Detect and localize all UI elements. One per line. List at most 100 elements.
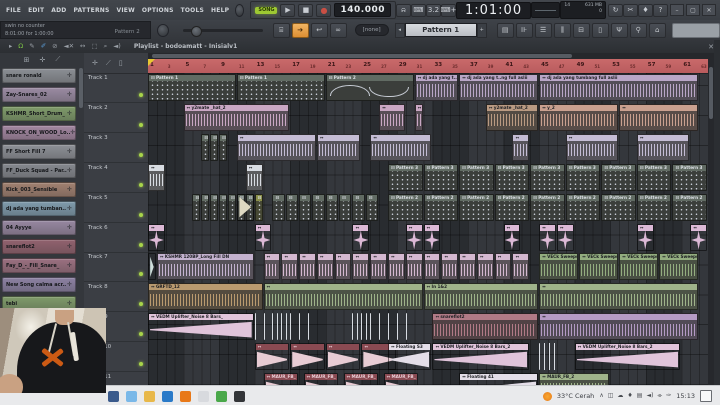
plugin-picker-button[interactable]: Ψ [611,23,628,38]
track-mute-led[interactable] [139,213,143,217]
playlist-clip[interactable]: VEDM Uplifter_Noise 8 Bars_2 [575,343,681,370]
pattern-add-button[interactable]: + [477,23,487,38]
track-mute-led[interactable] [139,362,143,366]
playlist-clip[interactable] [477,253,494,280]
pattern-display[interactable]: Pattern 1 [405,23,477,37]
tray-onedrive-icon[interactable]: ☁ [617,392,623,400]
playlist-clip[interactable]: VECk Sweeps Turun [539,253,578,280]
time-display[interactable]: 1:01:00 [456,2,531,19]
playlist-clip[interactable] [290,313,295,340]
playlist-clip[interactable] [361,313,366,340]
playlist-clip[interactable]: Pattern 2 [672,194,707,221]
browser-grid-icon[interactable]: ⊞ [24,56,30,64]
playlist-clip[interactable]: Pattern 3 [601,164,636,191]
track-lock-icon[interactable]: ▯ [119,59,123,67]
track-mute-led[interactable] [139,153,143,157]
playlist-clip[interactable] [272,194,284,221]
track-header-5[interactable]: Track 5 [84,193,148,223]
track-header-3[interactable]: Track 3 [84,133,148,163]
picker-item[interactable]: snareflot2✛ [2,239,76,254]
playlist-window-button[interactable]: ▤ [497,23,514,38]
playlist-clip[interactable]: Pattern 3 [672,164,707,191]
playlist-clip[interactable] [406,313,411,340]
song-mode-led[interactable]: SONG [255,7,277,14]
mic-button[interactable]: ♦ [638,4,653,17]
playlist-clip[interactable]: VECk Sweeps Turun [619,253,658,280]
playlist-clip[interactable]: VEDM Uplifter_Noise 8 Bars_2 [432,343,529,370]
picker-item[interactable]: 04 Ayyye✛ [2,220,76,235]
playlist-clip[interactable] [219,194,227,221]
playlist-clip[interactable]: y2mate _hat_2 [486,104,538,131]
mute-tool[interactable]: ◄✕ [64,42,74,51]
menu-item-view[interactable]: VIEW [117,7,135,14]
playlist-clip[interactable] [539,313,698,340]
curve-button[interactable]: ↩ [311,23,328,38]
taskbar-app-vscode[interactable] [162,391,173,402]
playlist-clip[interactable] [352,253,369,280]
play-button[interactable]: ▶ [280,4,295,17]
playlist-clip[interactable] [264,313,269,340]
picker-item[interactable]: dj ada yang tumban..✛ [2,201,76,216]
tray-network-icon[interactable]: ⌯ [657,392,662,400]
tray-speaker-icon[interactable]: ◄) [646,392,653,400]
zoom-tool[interactable]: ⌕ [104,42,108,51]
playlist-clip[interactable] [690,224,707,251]
playlist-clip[interactable]: Pattern 2 [495,194,530,221]
play-tool[interactable]: ▸ [9,42,12,51]
browser-move-icon[interactable]: ✛ [40,56,46,64]
playlist-clip[interactable]: In 1&2 [424,283,539,310]
track-mute-led[interactable] [139,302,143,306]
playlist-clip[interactable]: Pattern 2 [637,194,672,221]
picker-item[interactable]: Kick_003_Sensible✛ [2,182,76,197]
playlist-clip[interactable]: MAUR_FB_ [304,373,339,385]
taskbar-app-notepad[interactable] [198,391,209,402]
playlist-clip[interactable] [210,134,218,161]
browser-draw-icon[interactable]: ⟋ [55,55,60,64]
playlist-clip[interactable] [281,313,286,340]
track-draw-icon[interactable]: ⟋ [106,59,111,68]
cut-button[interactable]: ✂ [623,4,638,17]
playlist-clip[interactable] [637,224,654,251]
piano-roll-button[interactable]: ⊪ [516,23,533,38]
playlist-clip[interactable] [504,224,521,251]
step-edit-button[interactable]: ➔ [292,23,309,38]
menu-item-patterns[interactable]: PATTERNS [74,7,110,14]
playlist-clip[interactable] [539,343,556,370]
close-button[interactable]: ✕ [702,4,716,16]
playlist-clip[interactable]: Pattern 1 [148,74,236,101]
playlist-clip[interactable] [370,134,431,161]
metronome-button[interactable]: ⍾ [396,4,411,17]
help-button[interactable]: ? [653,4,668,17]
playlist-clip[interactable]: Pattern 2 [459,194,494,221]
playlist-clip[interactable] [335,253,352,280]
playlist-clip[interactable] [317,253,334,280]
playlist-clip[interactable]: VEDM Uplifter_Noise 8 Bars_ [148,313,254,340]
track-header-7[interactable]: Track 7 [84,252,148,282]
playlist-clip[interactable] [246,164,263,191]
typing-keyboard-button[interactable]: ⌨+ [441,4,456,17]
wait-input-button[interactable]: ⌨ [411,4,426,17]
minimize-button[interactable]: – [670,4,684,16]
playlist-clip[interactable]: MAUR_FB_ [264,373,299,385]
playlist-clip[interactable] [366,194,378,221]
playlist-clip[interactable] [424,253,441,280]
playlist-clip[interactable]: VECk Sweeps Turun [579,253,618,280]
playlist-clip[interactable] [299,253,316,280]
midi-keyboard-button[interactable]: ⌸ [273,23,290,38]
taskbar-app-window[interactable] [108,391,119,402]
playlist-clip[interactable]: Pattern 2 [326,74,414,101]
track-header-2[interactable]: Track 2 [84,103,148,133]
playlist-clip[interactable]: Pattern 3 [530,164,565,191]
timeline-ruler[interactable]: 1591317212529333741454953576137111519232… [148,59,708,74]
track-mute-led[interactable] [139,183,143,187]
playlist-clip[interactable] [406,253,423,280]
taskbar-app-dark[interactable] [234,391,245,402]
playlist-clip[interactable]: dj ada yang t..ng full aslii [415,74,458,101]
playlist-clip[interactable] [317,134,360,161]
track-move-icon[interactable]: ✛ [92,59,98,67]
track-mute-led[interactable] [139,123,143,127]
playlist-clip[interactable] [264,253,281,280]
menu-item-options[interactable]: OPTIONS [142,7,174,14]
magnet-snap-tool[interactable]: Ω [18,42,23,51]
picker-item[interactable]: Fay_D_-_Fill_Snare_✛ [2,258,76,273]
